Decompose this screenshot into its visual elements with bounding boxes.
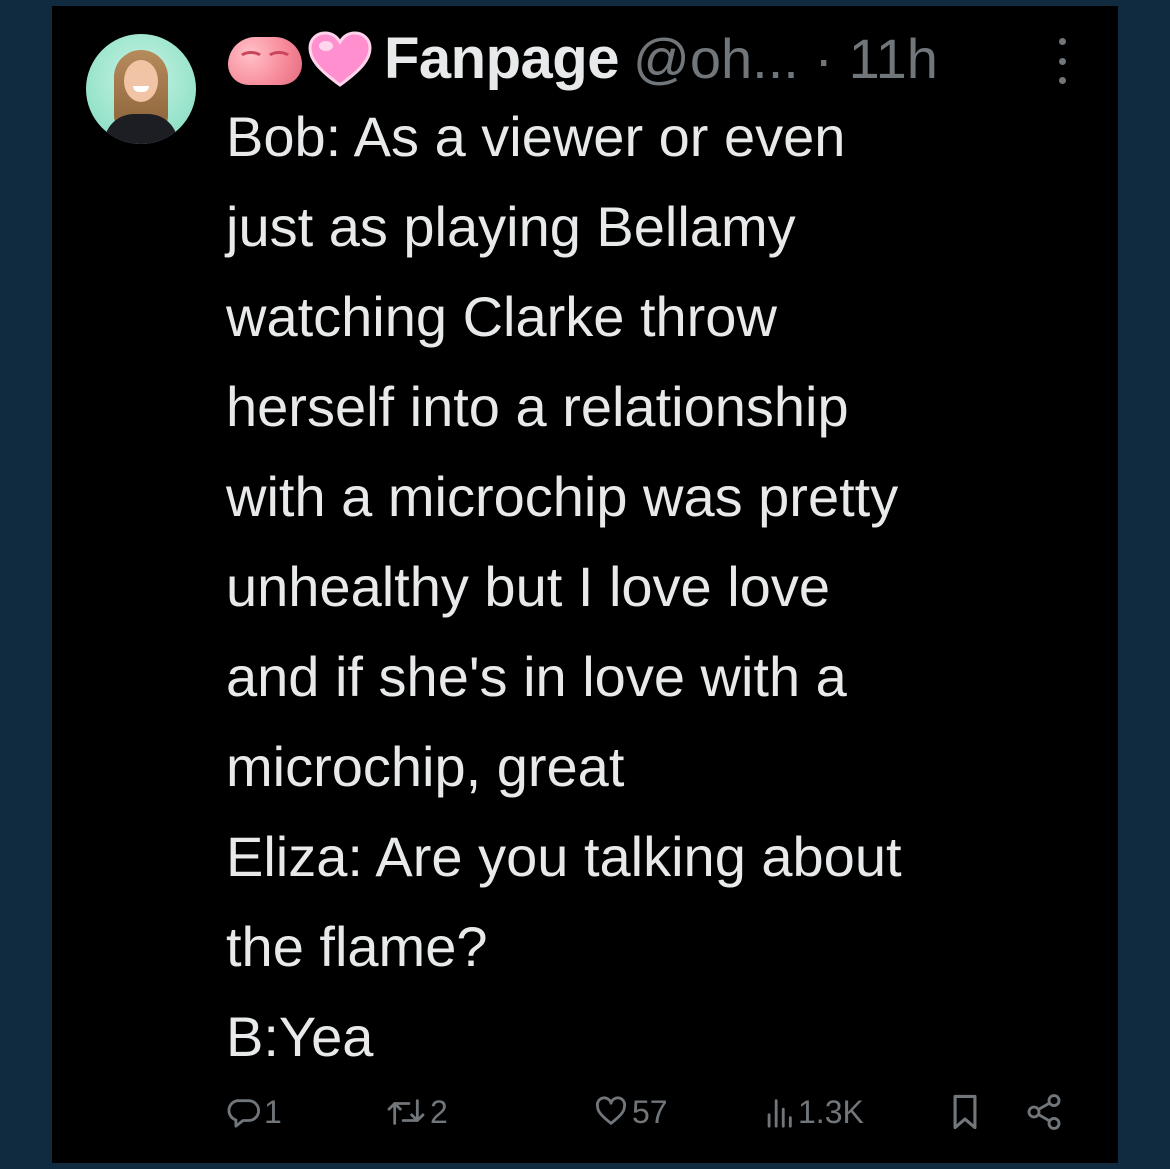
repost-icon — [387, 1099, 425, 1125]
views-count: 1.3K — [798, 1093, 864, 1130]
avatar-face — [124, 60, 158, 102]
share-button[interactable] — [1024, 1088, 1064, 1136]
author-avatar[interactable] — [86, 34, 196, 144]
reply-button[interactable]: 1 — [226, 1088, 282, 1136]
views-chart-icon — [767, 1099, 792, 1128]
bookmark-button[interactable] — [948, 1088, 982, 1136]
repost-button[interactable]: 2 — [386, 1088, 448, 1136]
tweet-line: just as playing Bellamy — [226, 195, 796, 258]
share-icon — [1027, 1094, 1061, 1130]
like-count: 57 — [632, 1093, 668, 1130]
reply-icon — [227, 1099, 260, 1128]
tweet-line: herself into a relationship — [226, 375, 849, 438]
tweet-text: Bob: As a viewer or even just as playing… — [226, 92, 1106, 1082]
bookmark-icon — [953, 1094, 977, 1130]
tweet-line: with a microchip was pretty — [226, 465, 899, 528]
tweet-line: unhealthy but I love love — [226, 555, 830, 618]
tweet-line: B:Yea — [226, 1005, 374, 1068]
tweet-line: watching Clarke throw — [226, 285, 777, 348]
like-button[interactable]: 57 — [594, 1088, 668, 1136]
tweet-line: Bob: As a viewer or even — [226, 105, 846, 168]
reply-count: 1 — [264, 1093, 282, 1130]
repost-count: 2 — [430, 1093, 448, 1130]
more-dots-icon[interactable] — [1052, 38, 1072, 84]
tweet-actions: 1 2 57 1.3K — [226, 1088, 1076, 1138]
views-button[interactable]: 1.3K — [764, 1088, 864, 1136]
heart-icon — [595, 1096, 627, 1125]
tweet-line: Eliza: Are you talking about — [226, 825, 902, 888]
tweet-line: microchip, great — [226, 735, 625, 798]
author-name[interactable]: Fanpage — [384, 25, 620, 92]
author-handle-time[interactable]: @oh... · 11h — [633, 26, 938, 91]
tweet-line: the flame? — [226, 915, 488, 978]
tweet-line: and if she's in love with a — [226, 645, 847, 708]
pink-heart-emoji-icon — [308, 27, 374, 89]
tweet-header: Fanpage @oh... · 11h — [226, 18, 938, 98]
brain-emoji-icon — [226, 27, 304, 89]
